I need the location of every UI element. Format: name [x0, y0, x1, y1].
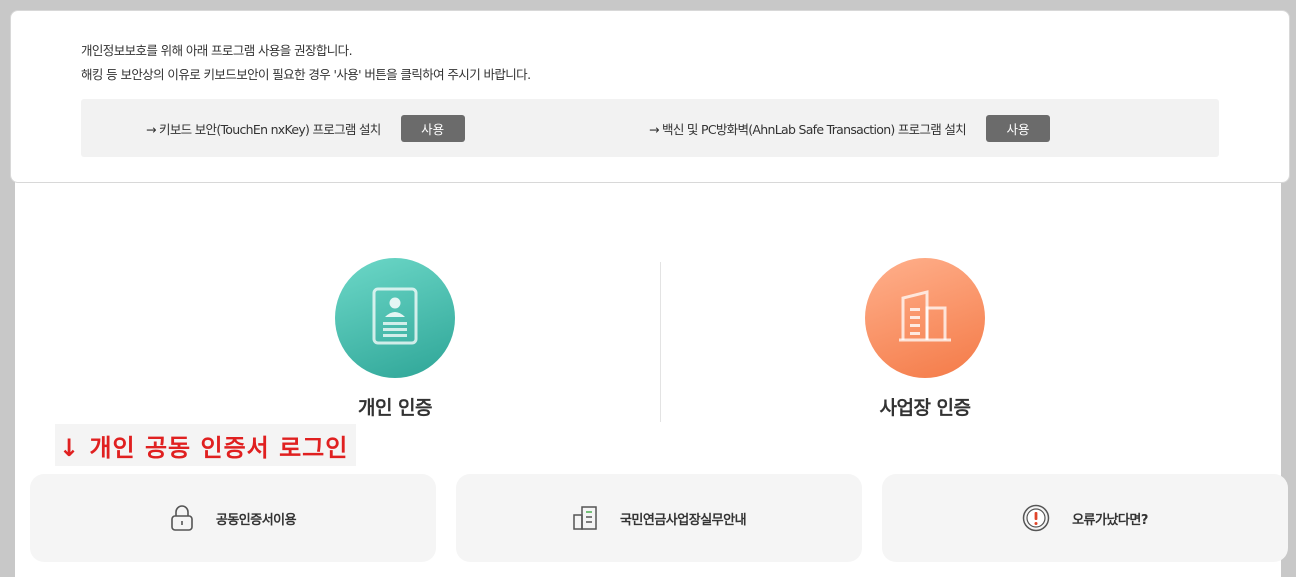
- warning-icon: [1022, 504, 1050, 532]
- keyboard-security-use-button[interactable]: 사용: [400, 115, 465, 142]
- certificate-login-card[interactable]: 공동인증서이용: [30, 474, 436, 562]
- building-icon: [897, 288, 953, 348]
- personal-auth-label[interactable]: 개인 인증: [285, 393, 505, 420]
- business-auth-option[interactable]: 사업장 인증: [815, 258, 1035, 420]
- antivirus-label: → 백신 및 PC방화벽(AhnLab Safe Transaction) 프로…: [649, 122, 967, 137]
- notice-line-2: 해킹 등 보안상의 이유로 키보드보안이 필요한 경우 '사용' 버튼을 클릭하…: [81, 67, 531, 82]
- error-help-label: 오류가났다면?: [1072, 512, 1148, 528]
- security-notice-box: 개인정보보호를 위해 아래 프로그램 사용을 권장합니다. 해킹 등 보안상의 …: [10, 10, 1290, 183]
- id-card-icon: [372, 287, 418, 349]
- personal-auth-circle[interactable]: [335, 258, 455, 378]
- error-help-card[interactable]: 오류가났다면?: [882, 474, 1288, 562]
- business-guide-card[interactable]: 국민연금사업장실무안내: [456, 474, 862, 562]
- antivirus-use-button[interactable]: 사용: [985, 115, 1050, 142]
- keyboard-security-program: → 키보드 보안(TouchEn nxKey) 프로그램 설치 사용: [146, 115, 465, 142]
- antivirus-program: → 백신 및 PC방화벽(AhnLab Safe Transaction) 프로…: [649, 115, 1050, 142]
- annotation-label: ↓ 개인 공동 인증서 로그인: [55, 424, 357, 466]
- business-auth-label[interactable]: 사업장 인증: [815, 393, 1035, 420]
- lock-icon: [170, 504, 194, 532]
- keyboard-security-label: → 키보드 보안(TouchEn nxKey) 프로그램 설치: [146, 122, 381, 137]
- notice-line-1: 개인정보보호를 위해 아래 프로그램 사용을 권장합니다.: [81, 43, 353, 58]
- business-guide-label: 국민연금사업장실무안내: [619, 512, 747, 528]
- personal-auth-option[interactable]: 개인 인증: [285, 258, 505, 420]
- certificate-login-label: 공동인증서이용: [215, 512, 297, 528]
- program-install-bar: → 키보드 보안(TouchEn nxKey) 프로그램 설치 사용 → 백신 …: [81, 99, 1219, 157]
- auth-divider: [660, 262, 661, 422]
- document-building-icon: [572, 505, 598, 531]
- business-auth-circle[interactable]: [865, 258, 985, 378]
